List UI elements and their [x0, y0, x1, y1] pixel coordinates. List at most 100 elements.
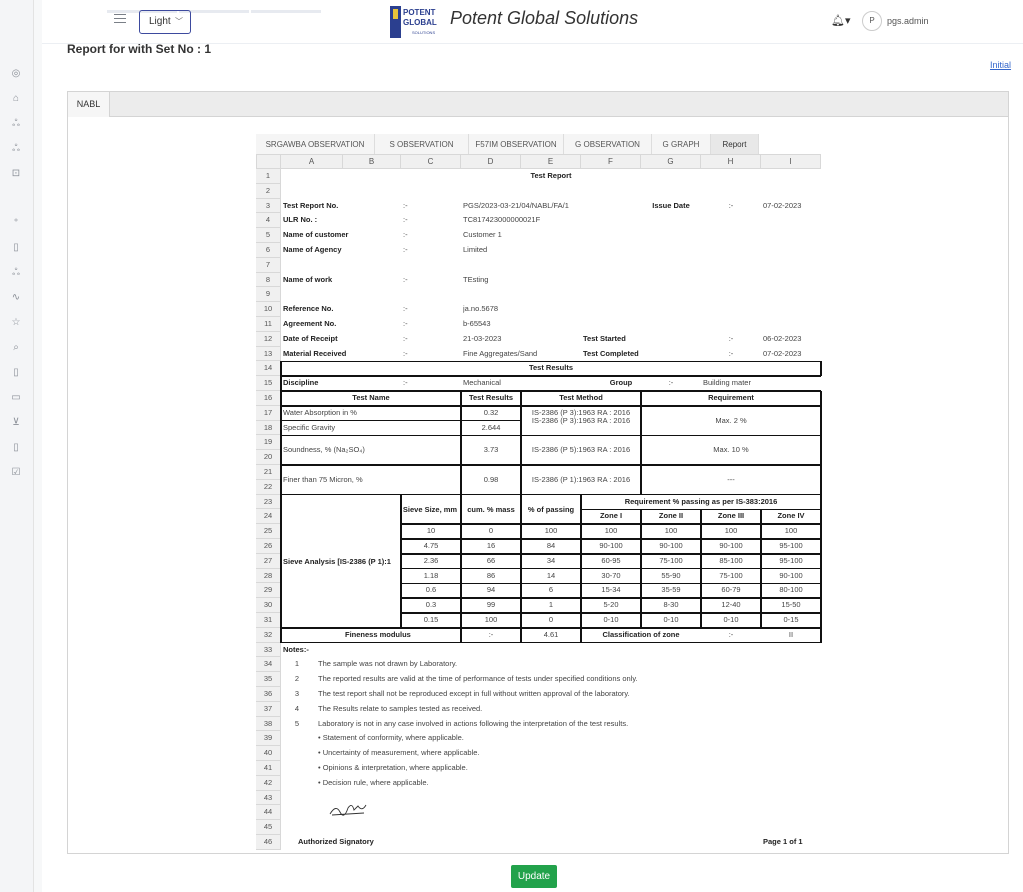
page-number: Page 1 of 1: [763, 837, 803, 846]
activity-icon[interactable]: ∿: [9, 291, 23, 305]
row-number: 28: [256, 568, 281, 584]
column-header[interactable]: B: [343, 154, 401, 169]
separator: :-: [488, 629, 494, 639]
column-header[interactable]: H: [701, 154, 761, 169]
team-icon[interactable]: ஃ: [9, 266, 23, 280]
note-text: The Results relate to samples tested as …: [318, 703, 483, 713]
box-icon[interactable]: ⊡: [9, 167, 23, 181]
sieve-cell: 0.3: [425, 600, 437, 610]
sieve-analysis-label: Sieve Analysis [IS-2386 (P 1):1: [283, 556, 391, 566]
dashboard-icon[interactable]: ◎: [9, 67, 23, 81]
report-icon[interactable]: ▯: [9, 441, 23, 455]
label: Date of Receipt: [283, 333, 338, 343]
report-title: Test Report: [530, 171, 572, 180]
rule: [401, 567, 821, 570]
column-header-corner: [256, 154, 281, 169]
document-icon[interactable]: ▯: [9, 241, 23, 255]
rule: [401, 612, 821, 614]
sheet-tab-g-graph[interactable]: G GRAPH: [652, 134, 711, 155]
label: ULR No. :: [283, 215, 318, 225]
user-plus-icon[interactable]: ⁺: [9, 216, 23, 230]
sheet-tab-report[interactable]: Report: [711, 134, 759, 155]
column-header[interactable]: D: [461, 154, 521, 169]
rule: [640, 391, 642, 495]
test-name: Water Absorption in %: [283, 407, 357, 417]
initial-link[interactable]: Initial: [990, 60, 1011, 70]
column-header[interactable]: E: [521, 154, 581, 169]
column-header[interactable]: I: [761, 154, 821, 169]
company-logo: POTENT GLOBAL SOLUTIONS: [390, 6, 437, 38]
label: Test Started: [583, 333, 626, 343]
sieve-cell: 100: [724, 526, 738, 536]
bell-icon[interactable]: 🔔︎▾: [831, 14, 851, 27]
note-number: 3: [294, 689, 300, 698]
note-bullet: • Decision rule, where applicable.: [318, 777, 429, 787]
sieve-cell: 16: [486, 541, 496, 550]
column-header[interactable]: F: [581, 154, 641, 169]
svg-text:GLOBAL: GLOBAL: [403, 18, 437, 27]
username[interactable]: pgs.admin: [887, 16, 929, 26]
rule: [280, 391, 282, 643]
row-number: 14: [256, 361, 281, 377]
value: Customer 1: [463, 230, 502, 240]
sieve-cell: 0: [548, 615, 554, 624]
home-icon[interactable]: ⌂: [9, 92, 23, 106]
row-number: 4: [256, 213, 281, 229]
search-icon[interactable]: ⌕: [9, 341, 23, 355]
rule: [281, 375, 821, 377]
table-header: Test Name: [352, 393, 390, 402]
sieve-header: Sieve Size, mm: [402, 504, 458, 514]
test-method: IS-2386 (P 3):1963 RA : 2016: [531, 415, 631, 425]
sieve-cell: 66: [486, 555, 496, 565]
sieve-cell: 34: [546, 555, 556, 565]
cart-icon[interactable]: ⊻: [9, 416, 23, 430]
star-icon[interactable]: ☆: [9, 316, 23, 330]
row-number: 10: [256, 302, 281, 317]
rule: [401, 582, 821, 585]
row-number: 22: [256, 479, 281, 495]
separator: :-: [668, 378, 674, 388]
row-number: 9: [256, 287, 281, 303]
row-number: 32: [256, 627, 281, 643]
checklist-icon[interactable]: ☑: [9, 466, 23, 480]
sieve-cell: 0-15: [783, 615, 799, 624]
sieve-cell: 84: [546, 541, 556, 550]
row-number: 15: [256, 376, 281, 391]
theme-select[interactable]: Light ﹀: [139, 10, 191, 34]
row-number: 7: [256, 257, 281, 273]
row-number: 8: [256, 272, 281, 288]
file-icon[interactable]: ▯: [9, 366, 23, 380]
sieve-cell: 90-100: [659, 541, 683, 550]
label: Classification of zone: [602, 629, 680, 639]
value: TEsting: [463, 274, 489, 284]
sieve-cell: 4.75: [423, 541, 439, 550]
column-header[interactable]: C: [401, 154, 461, 169]
sheet-tab-g-observation[interactable]: G OBSERVATION: [564, 134, 652, 155]
column-header[interactable]: A: [281, 154, 343, 169]
user-group-icon[interactable]: ஃ: [9, 142, 23, 156]
separator: :-: [403, 348, 408, 358]
note-text: The reported results are valid at the ti…: [318, 674, 638, 684]
message-icon[interactable]: ▭: [9, 391, 23, 405]
rule: [281, 405, 821, 407]
sieve-cell: 0.15: [423, 615, 439, 624]
sieve-cell: 75-100: [659, 555, 683, 565]
users-icon[interactable]: ஃ: [9, 117, 23, 131]
separator: :-: [403, 230, 408, 240]
sheet-tab-srgawba[interactable]: SRGAWBA OBSERVATION: [256, 134, 375, 155]
hamburger-menu-icon[interactable]: [114, 14, 126, 26]
sheet-tab-s-observation[interactable]: S OBSERVATION: [375, 134, 469, 155]
sieve-cell: 2.36: [423, 555, 439, 565]
tab-nabl[interactable]: NABL: [68, 92, 110, 117]
avatar[interactable]: P: [862, 11, 882, 31]
rule: [281, 464, 821, 466]
sieve-cell: 0-10: [603, 615, 619, 624]
zone-header: Zone I: [599, 511, 623, 521]
note-bullet: • Opinions & interpretation, where appli…: [318, 763, 468, 772]
row-number: 39: [256, 731, 281, 747]
column-header[interactable]: G: [641, 154, 701, 169]
sieve-cell: 90-100: [779, 570, 803, 580]
sheet-tab-f57im[interactable]: F57IM OBSERVATION: [469, 134, 564, 155]
value: TC817423000000021F: [463, 215, 541, 225]
update-button[interactable]: Update: [511, 865, 557, 888]
